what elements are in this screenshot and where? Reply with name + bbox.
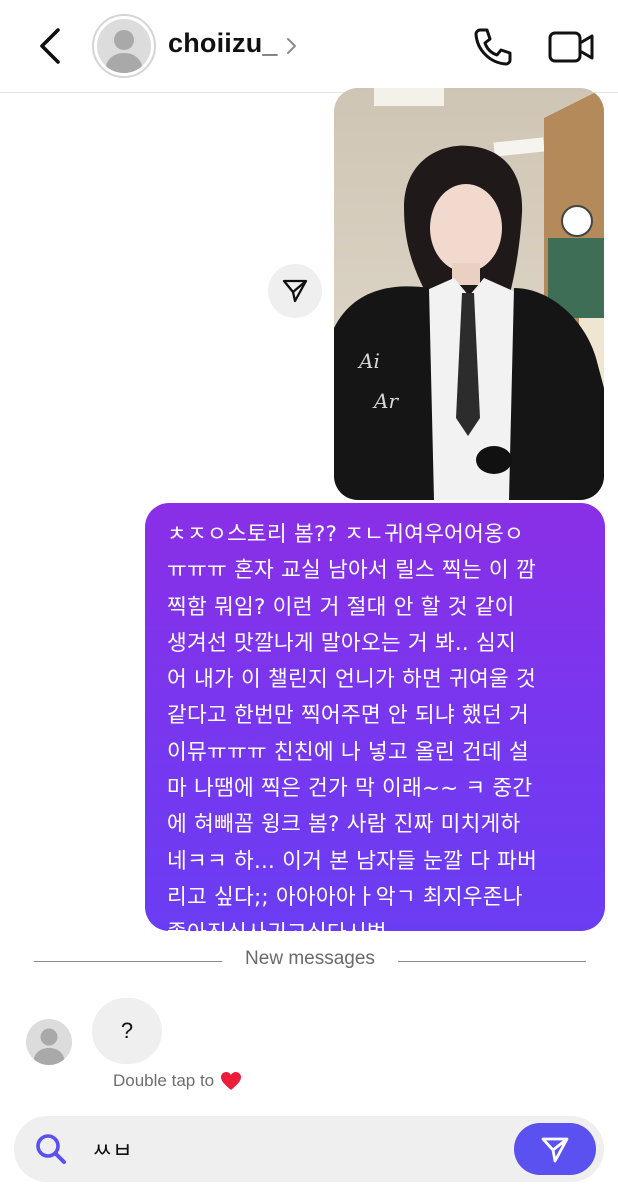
send-arrow-icon	[282, 279, 308, 303]
sender-avatar[interactable]	[26, 1019, 72, 1065]
share-photo-button[interactable]	[268, 264, 322, 318]
send-arrow-icon	[541, 1137, 569, 1163]
new-messages-label: New messages	[245, 948, 375, 969]
chat-username[interactable]: choiizu_	[168, 28, 278, 59]
svg-text:Ar: Ar	[372, 389, 399, 413]
photo-image: Ai Ar	[334, 88, 604, 500]
video-camera-icon	[548, 31, 594, 63]
received-message-text: ?	[120, 1018, 134, 1043]
double-tap-hint-text: Double tap to	[113, 1071, 215, 1090]
message-line: 리고 싶다;; 아아아아ㅏ악ㄱ 최지우존나	[167, 884, 523, 910]
message-line: ㅊㅈㅇ스토리 봄?? ㅈㄴ귀여우어어옹ㅇ	[167, 522, 524, 547]
chat-header: choiizu_	[0, 0, 618, 93]
search-button[interactable]	[28, 1126, 74, 1172]
voice-call-button[interactable]	[470, 24, 516, 70]
sent-message-bubble[interactable]: ㅊㅈㅇ스토리 봄?? ㅈㄴ귀여우어어옹ㅇ ㅠㅠㅠ 혼자 교실 남아서 릴스 찍는…	[145, 503, 605, 946]
new-messages-divider: New messages	[34, 946, 586, 976]
message-line: 같다고 한번만 찍어주면 안 되냐 했던 거	[167, 703, 529, 729]
search-icon	[36, 1134, 66, 1164]
default-avatar-icon	[105, 30, 143, 73]
double-tap-hint: Double tap to	[113, 1071, 242, 1091]
profile-avatar-button[interactable]	[92, 14, 156, 78]
chevron-right-icon[interactable]	[284, 36, 300, 56]
message-input[interactable]	[92, 1128, 492, 1170]
default-avatar-icon	[33, 1028, 65, 1065]
received-message-bubble[interactable]: ?	[92, 998, 162, 1064]
sent-photo-message[interactable]: Ai Ar	[334, 88, 604, 500]
divider-line-right	[398, 961, 586, 962]
message-composer	[14, 1116, 604, 1182]
phone-icon	[474, 28, 512, 66]
video-call-button[interactable]	[546, 24, 598, 70]
back-button[interactable]	[30, 24, 74, 68]
avatar	[97, 19, 151, 73]
svg-text:Ai: Ai	[357, 349, 380, 373]
chevron-left-icon	[40, 28, 60, 64]
message-line: 네ㅋㅋ 하... 이거 본 남자들 눈깔 다 파버	[167, 848, 538, 874]
message-line: 에 혀빼꼼 윙크 봄? 사람 진짜 미치게하	[167, 812, 521, 838]
message-line: ㅠㅠㅠ 혼자 교실 남아서 릴스 찍는 이 깜	[167, 558, 536, 584]
red-heart-icon	[221, 1072, 242, 1090]
send-button[interactable]	[514, 1123, 596, 1175]
message-line: 이뮤ㅠㅠㅠ 친친에 나 넣고 올린 건데 설	[167, 739, 529, 765]
message-line: 생겨선 맛깔나게 말아오는 거 봐.. 심지	[167, 630, 516, 656]
message-line: 마 나땜에 찍은 건가 막 이래~~ ㅋ 중간	[167, 776, 533, 802]
message-line: 찍함 뭐임? 이런 거 절대 안 할 것 같이	[167, 594, 515, 620]
message-line: 어 내가 이 챌린지 언니가 하면 귀여울 것	[167, 667, 536, 693]
